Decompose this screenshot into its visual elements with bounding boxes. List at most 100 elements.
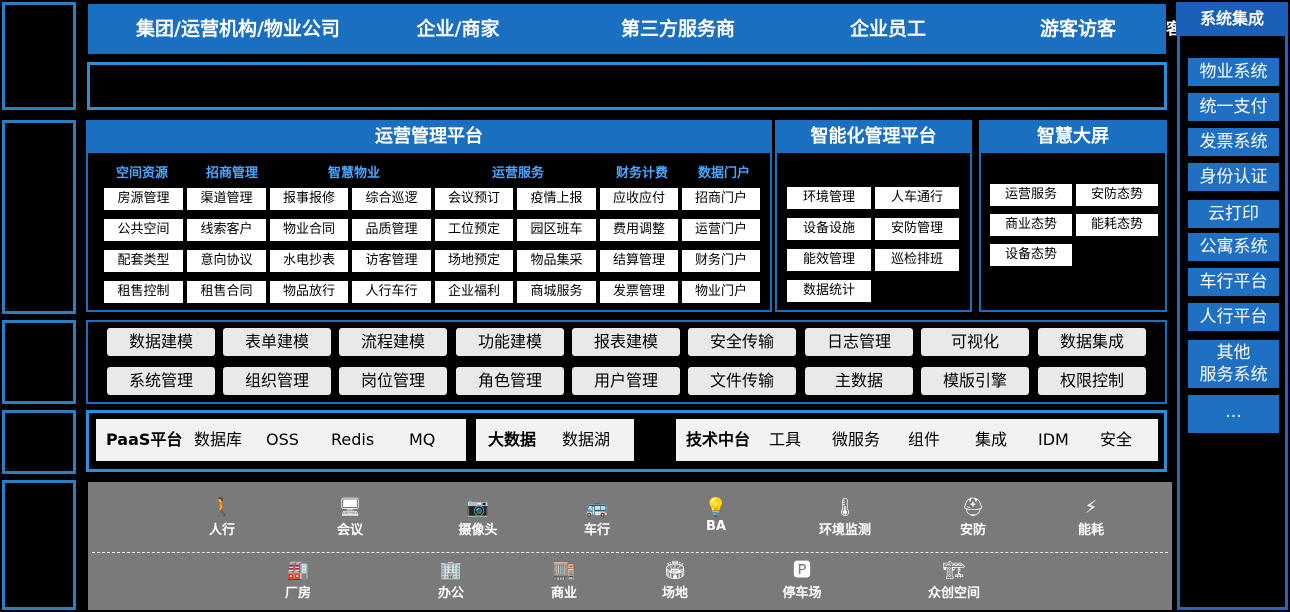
integration-item: ... [1188,395,1279,433]
ops-function-cell: 财务门户 [682,250,760,272]
monitor-icon: 🖥 [338,497,362,518]
tech-item-security: 安全 [1100,430,1133,449]
ops-function-cell: 租售控制 [104,281,183,303]
modeling-button: 日志管理 [805,328,913,356]
office-icon: 🏢 [439,560,463,581]
device-item: ⚡ 能耗 [1046,497,1136,538]
category-space: 空间资源 [115,166,168,181]
ops-function-cell: 水电抄表 [270,250,348,272]
big-screen-cell: 能耗态势 [1076,214,1158,236]
space-label: 办公 [437,586,464,601]
space-item: 🅿 停车场 [757,560,847,601]
left-box-devices [2,480,76,610]
paas-item-mq: MQ [409,430,436,449]
ops-function-cell: 公共空间 [104,219,183,241]
modeling-button: 报表建模 [572,328,680,356]
space-label: 众创空间 [927,586,980,601]
device-item: 🚌 车行 [552,497,642,538]
ops-platform-title: 运营管理平台 [87,121,771,153]
device-item: 🖥 会议 [305,497,395,538]
device-item: 📷 摄像头 [433,497,523,538]
ops-function-cell: 物业门户 [682,281,760,303]
device-label: 会议 [336,523,363,538]
modeling-button: 模版引擎 [921,367,1029,395]
ops-function-cell: 企业福利 [435,281,513,303]
venue-icon: 🏟 [663,560,687,581]
devices-divider [92,552,1168,553]
ops-function-cell: 疫情上报 [517,188,596,210]
ops-function-cell: 渠道管理 [187,188,266,210]
walking-person-icon: 🚶 [210,497,234,518]
modeling-button: 数据集成 [1038,328,1146,356]
space-item: 🏗 众创空间 [909,560,999,601]
left-box-platform [2,410,76,474]
device-label: 能耗 [1077,523,1104,538]
system-integration-title: 系统集成 [1176,2,1288,36]
user-type-employee: 企业员工 [849,18,926,40]
security-icon: ⛑ [961,497,985,518]
ops-function-cell: 工位预定 [435,219,513,241]
modeling-button: 数据建模 [107,328,215,356]
ops-function-cell: 人行车行 [352,281,431,303]
device-item: 🚶 人行 [177,497,267,538]
ops-function-cell: 招商门户 [682,188,760,210]
paas-item-db: 数据库 [194,430,243,449]
smart-mgmt-cell: 环境管理 [787,187,871,209]
user-type-third-party: 第三方服务商 [620,18,735,40]
thermometer-icon: 🌡 [833,497,857,518]
paas-title: PaaS平台 [106,430,183,449]
bigdata-item-lake: 数据湖 [562,430,611,449]
big-screen-cell: 安防态势 [1076,184,1158,206]
smart-mgmt-cell: 人车通行 [875,187,959,209]
smart-mgmt-title: 智能化管理平台 [776,121,971,153]
device-item: ⛑ 安防 [928,497,1018,538]
bigdata-title: 大数据 [488,430,537,449]
device-label: 车行 [583,523,610,538]
user-type-visitor: 游客访客 [1039,18,1116,40]
ops-function-cell: 配套类型 [104,250,183,272]
paas-block: PaaS平台 数据库 OSS Redis MQ [96,419,466,461]
tech-item-integration: 集成 [975,430,1008,449]
tech-item-tools: 工具 [769,430,802,449]
crane-icon: 🏗 [942,560,966,581]
paas-item-oss: OSS [266,430,299,449]
ops-function-cell: 房源管理 [104,188,183,210]
smart-mgmt-cell: 设备设施 [787,218,871,240]
space-label: 厂房 [284,586,311,601]
bus-icon: 🚌 [585,497,609,518]
integration-item: 云打印 [1188,200,1279,228]
space-item: 🏬 商业 [519,560,609,601]
device-label: 安防 [959,523,986,538]
space-label: 商业 [550,586,577,601]
space-item: 🏢 办公 [406,560,496,601]
integration-item: 其他 服务系统 [1188,340,1279,388]
empty-band [87,62,1167,110]
factory-icon: 🏭 [286,560,310,581]
tech-item-component: 组件 [908,430,941,449]
smart-mgmt-cell: 能效管理 [787,249,871,271]
ops-function-cell: 物品放行 [270,281,348,303]
device-label: 环境监测 [818,523,871,538]
ops-function-cell: 园区班车 [517,219,596,241]
ops-function-cell: 运营门户 [682,219,760,241]
integration-item: 发票系统 [1188,128,1279,156]
modeling-button: 表单建模 [223,328,331,356]
device-item: 💡 BA [671,497,761,534]
left-box-modeling [2,320,76,404]
space-label: 场地 [661,586,688,601]
modeling-button: 文件传输 [688,367,796,395]
ops-function-cell: 物品集采 [517,250,596,272]
ops-function-cell: 费用调整 [600,219,678,241]
user-type-enterprise: 企业/商家 [416,18,500,40]
category-property: 智慧物业 [327,166,380,181]
power-tower-icon: ⚡ [1084,497,1098,518]
smart-mgmt-cell: 数据统计 [787,280,871,302]
modeling-button: 组织管理 [223,367,331,395]
device-label: 人行 [208,523,235,538]
ops-function-cell: 租售合同 [187,281,266,303]
ops-function-cell: 线索客户 [187,219,266,241]
bulb-icon: 💡 [704,497,728,518]
ops-function-cell: 应收应付 [600,188,678,210]
modeling-button: 系统管理 [107,367,215,395]
category-leasing: 招商管理 [205,166,258,181]
